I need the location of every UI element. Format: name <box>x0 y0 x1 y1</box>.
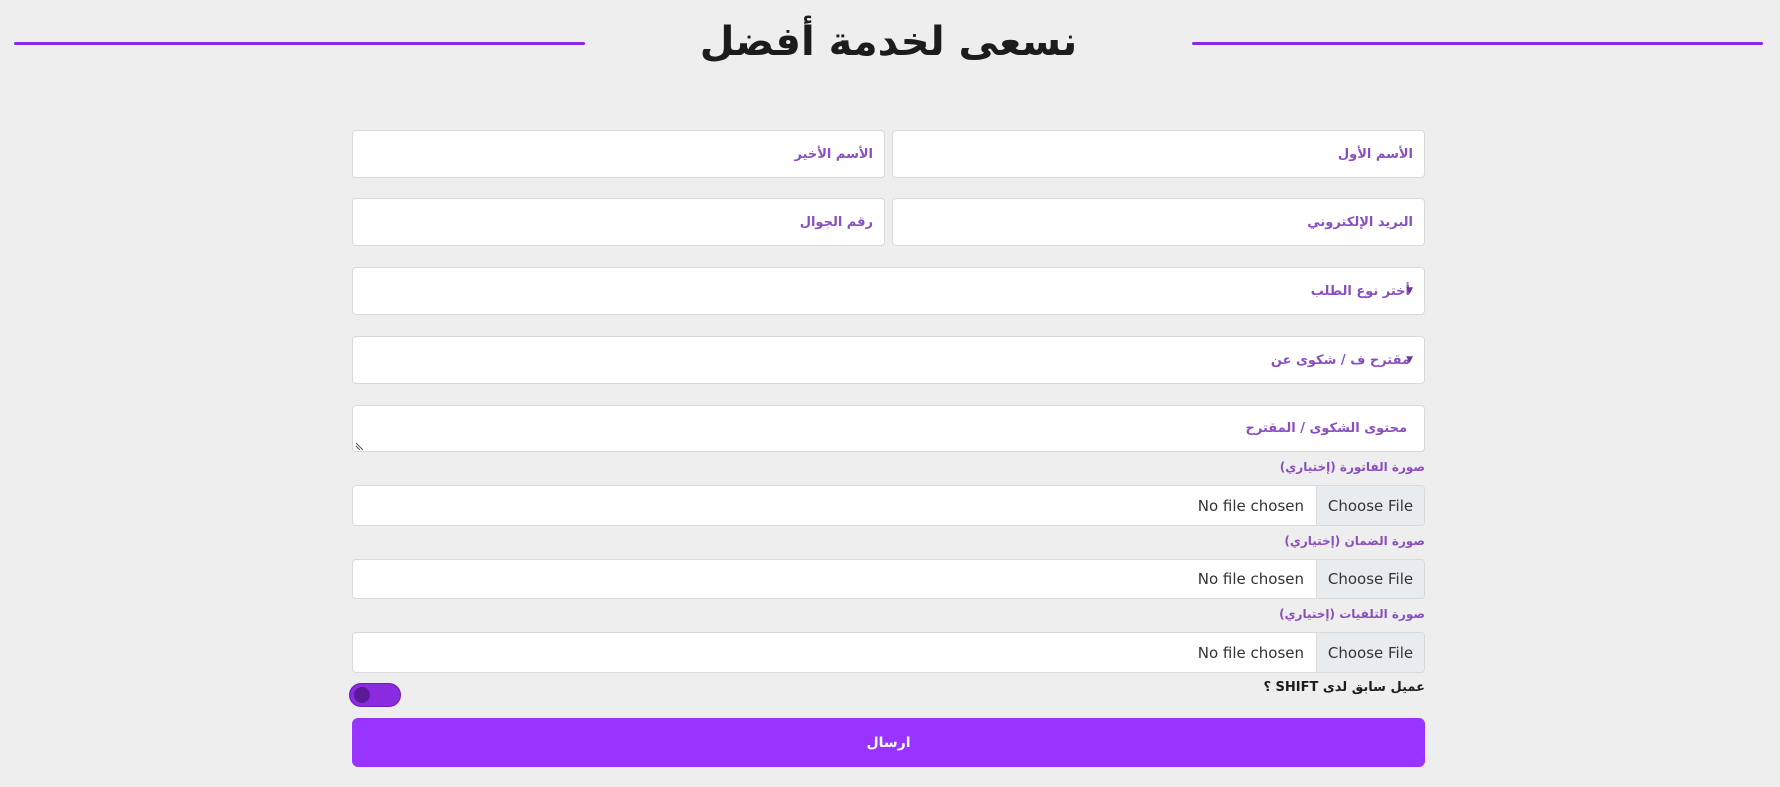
invoice-image-file-input[interactable]: No file chosen Choose File <box>352 485 1425 526</box>
warranty-image-label: صورة الضمان (إختياري) <box>1284 534 1425 548</box>
content-placeholder: محتوى الشكوى / المقترح <box>1245 421 1407 436</box>
first-name-placeholder: الأسم الأول <box>1337 146 1413 162</box>
chevron-down-icon: ▼ <box>1406 286 1413 296</box>
invoice-file-status: No file chosen <box>1197 496 1304 515</box>
warranty-image-file-input[interactable]: No file chosen Choose File <box>352 559 1425 599</box>
header-line-left <box>14 42 585 45</box>
last-name-input[interactable]: الأسم الأخير <box>352 130 885 178</box>
warranty-file-status: No file chosen <box>1197 570 1304 588</box>
last-name-placeholder: الأسم الأخير <box>794 146 873 162</box>
subject-select[interactable]: ▼ مقترح ف / شكوى عن <box>352 336 1425 384</box>
subject-placeholder: مقترح ف / شكوى عن <box>1270 352 1410 368</box>
email-input[interactable]: البريد الإلكتروني <box>892 198 1425 246</box>
damage-choose-file-button[interactable]: Choose File <box>1316 633 1424 672</box>
damage-image-file-input[interactable]: No file chosen Choose File <box>352 632 1425 673</box>
damage-image-label: صورة التلفيات (إختياري) <box>1279 607 1425 621</box>
toggle-knob <box>354 687 370 703</box>
previous-customer-label: عميل سابق لدى SHIFT ؟ <box>1263 680 1425 695</box>
invoice-image-label: صورة الفاتورة (إختياري) <box>1279 460 1425 474</box>
mobile-input[interactable]: رقم الجوال <box>352 198 885 246</box>
request-type-select[interactable]: ▼ أختر نوع الطلب <box>352 267 1425 315</box>
warranty-choose-file-button[interactable]: Choose File <box>1316 560 1424 598</box>
mobile-placeholder: رقم الجوال <box>799 214 873 230</box>
page-header: نسعى لخدمة أفضل <box>0 0 1780 90</box>
damage-file-status: No file chosen <box>1197 643 1304 662</box>
email-placeholder: البريد الإلكتروني <box>1307 214 1413 230</box>
resize-handle-icon[interactable] <box>355 440 365 450</box>
submit-button[interactable]: ارسال <box>352 718 1425 767</box>
first-name-input[interactable]: الأسم الأول <box>892 130 1425 178</box>
chevron-down-icon: ▼ <box>1406 355 1413 365</box>
content-textarea[interactable]: محتوى الشكوى / المقترح <box>352 405 1425 452</box>
page-title: نسعى لخدمة أفضل <box>699 19 1078 65</box>
invoice-choose-file-button[interactable]: Choose File <box>1316 486 1424 525</box>
header-line-right <box>1192 42 1763 45</box>
previous-customer-toggle[interactable] <box>349 683 401 707</box>
